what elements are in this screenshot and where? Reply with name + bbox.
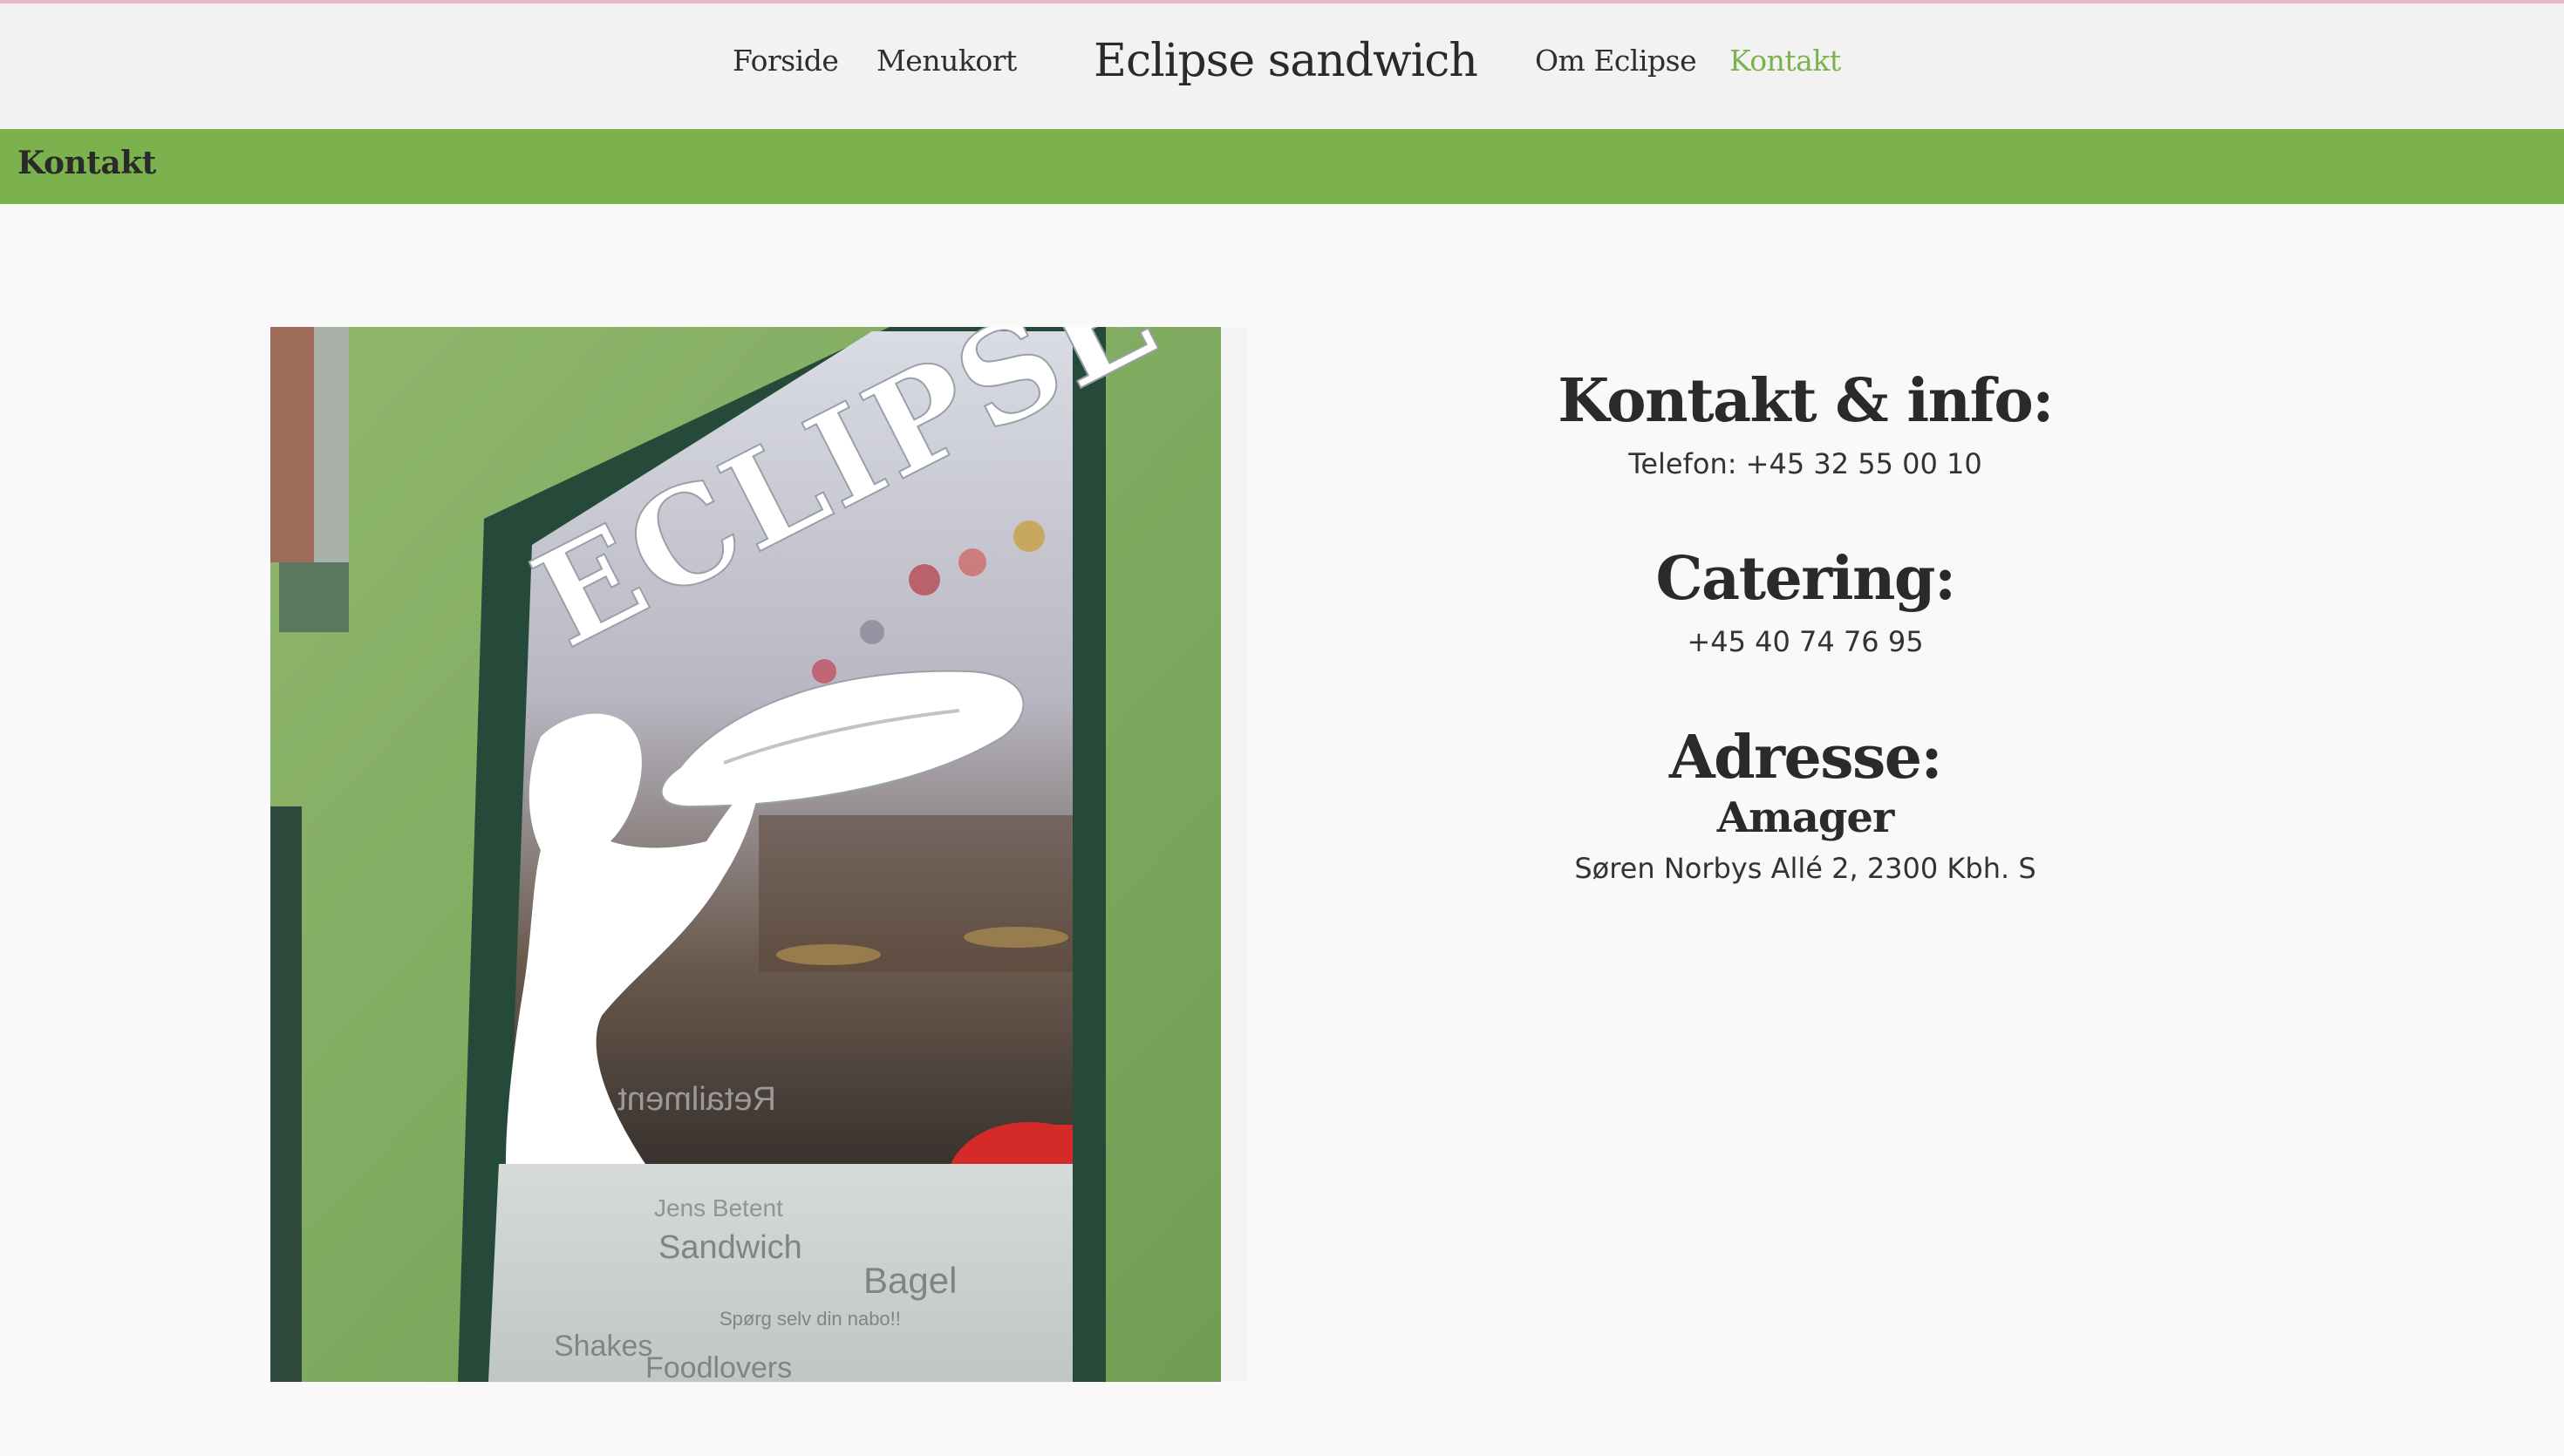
page-title-banner: Kontakt: [0, 129, 2564, 204]
window-text-spoerg: Spørg selv din nabo!!: [719, 1308, 901, 1330]
storefront-photo: ECLIPSE Jens Betent Sandwich Bagel Spørg…: [270, 327, 1247, 1382]
contact-phone: Telefon: +45 32 55 00 10: [1628, 446, 1982, 480]
catering-phone: +45 40 74 76 95: [1687, 624, 1924, 658]
window-text-jens: Jens Betent: [654, 1194, 783, 1221]
address-location: Amager: [1716, 793, 1895, 843]
nav-link-forside[interactable]: Forside: [733, 44, 839, 78]
site-header: Forside Menukort Eclipse sandwich Om Ecl…: [0, 3, 2564, 129]
storefront-image: ECLIPSE Jens Betent Sandwich Bagel Spørg…: [270, 327, 1247, 1382]
window-text-bagel: Bagel: [863, 1260, 957, 1301]
catering-block: Catering: +45 40 74 76 95: [1483, 544, 2128, 661]
page-title: Kontakt: [17, 145, 156, 181]
address-block: Adresse: Amager Søren Norbys Allé 2, 230…: [1483, 723, 2128, 888]
address-heading: Adresse:: [1668, 722, 1943, 793]
window-text-retailment: Retailment: [617, 1081, 776, 1118]
nav-link-kontakt[interactable]: Kontakt: [1729, 44, 1841, 78]
contact-block: Kontakt & info: Telefon: +45 32 55 00 10: [1483, 366, 2128, 483]
window-text-sandwich: Sandwich: [658, 1229, 802, 1266]
window-text-foodlovers: Foodlovers: [645, 1351, 792, 1382]
nav-link-om-eclipse[interactable]: Om Eclipse: [1535, 44, 1697, 78]
contact-heading: Kontakt & info:: [1558, 366, 2054, 436]
contact-info-panel: Kontakt & info: Telefon: +45 32 55 00 10…: [1483, 366, 2128, 949]
site-brand-logo[interactable]: Eclipse sandwich: [1094, 35, 1478, 87]
window-text-shakes: Shakes: [554, 1330, 652, 1363]
catering-heading: Catering:: [1655, 544, 1956, 615]
nav-link-menukort[interactable]: Menukort: [876, 44, 1017, 78]
address-street: Søren Norbys Allé 2, 2300 Kbh. S: [1574, 851, 2036, 885]
